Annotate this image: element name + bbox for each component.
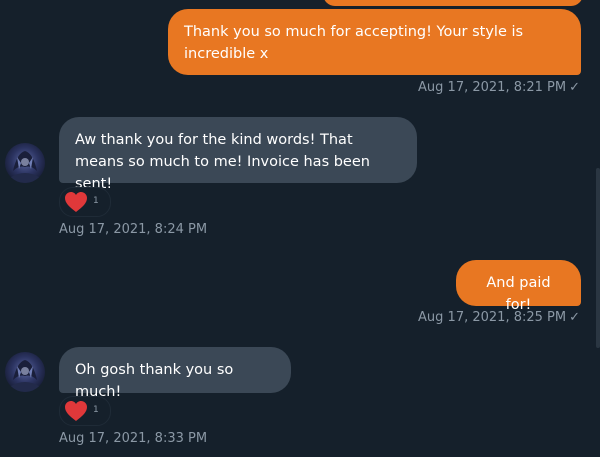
reaction-count: 1 [93,405,99,415]
message-timestamp: Aug 17, 2021, 8:21 PM ✓ [418,80,580,96]
reaction-badge[interactable]: 1 [59,396,111,426]
read-check-icon: ✓ [569,80,580,95]
heart-icon [65,401,87,421]
received-message-bubble[interactable]: Oh gosh thank you so much! [59,347,291,400]
reaction-badge[interactable]: 1 [59,187,111,217]
message-timestamp: Aug 17, 2021, 8:25 PM ✓ [418,310,580,326]
sent-message-bubble[interactable]: Thank you so much for accepting! Your st… [168,9,581,75]
scrollbar[interactable] [596,0,600,457]
sent-message-bubble[interactable]: And paid for! [456,260,581,313]
message-text: Thank you so much for accepting! Your st… [184,24,524,62]
avatar-image [5,143,45,183]
timestamp-text: Aug 17, 2021, 8:33 PM [59,431,208,446]
reaction-count: 1 [93,196,99,206]
message-text: Oh gosh thank you so much! [75,362,234,400]
message-text: Aw thank you for the kind words! That me… [75,132,370,192]
message-timestamp: Aug 17, 2021, 8:33 PM [59,431,207,447]
timestamp-text: Aug 17, 2021, 8:24 PM [59,222,208,237]
previous-message-bubble[interactable] [323,0,583,6]
avatar[interactable] [5,352,45,392]
avatar[interactable] [5,143,45,183]
read-check-icon: ✓ [569,310,580,325]
timestamp-text: Aug 17, 2021, 8:25 PM [418,310,567,325]
message-timestamp: Aug 17, 2021, 8:24 PM [59,222,207,238]
heart-icon [65,192,87,212]
received-message-bubble[interactable]: Aw thank you for the kind words! That me… [59,117,417,192]
scrollbar-thumb[interactable] [596,168,600,348]
chat-conversation: Thank you so much for accepting! Your st… [0,0,600,457]
timestamp-text: Aug 17, 2021, 8:21 PM [418,80,567,95]
avatar-image [5,352,45,392]
message-text: And paid for! [486,275,551,313]
